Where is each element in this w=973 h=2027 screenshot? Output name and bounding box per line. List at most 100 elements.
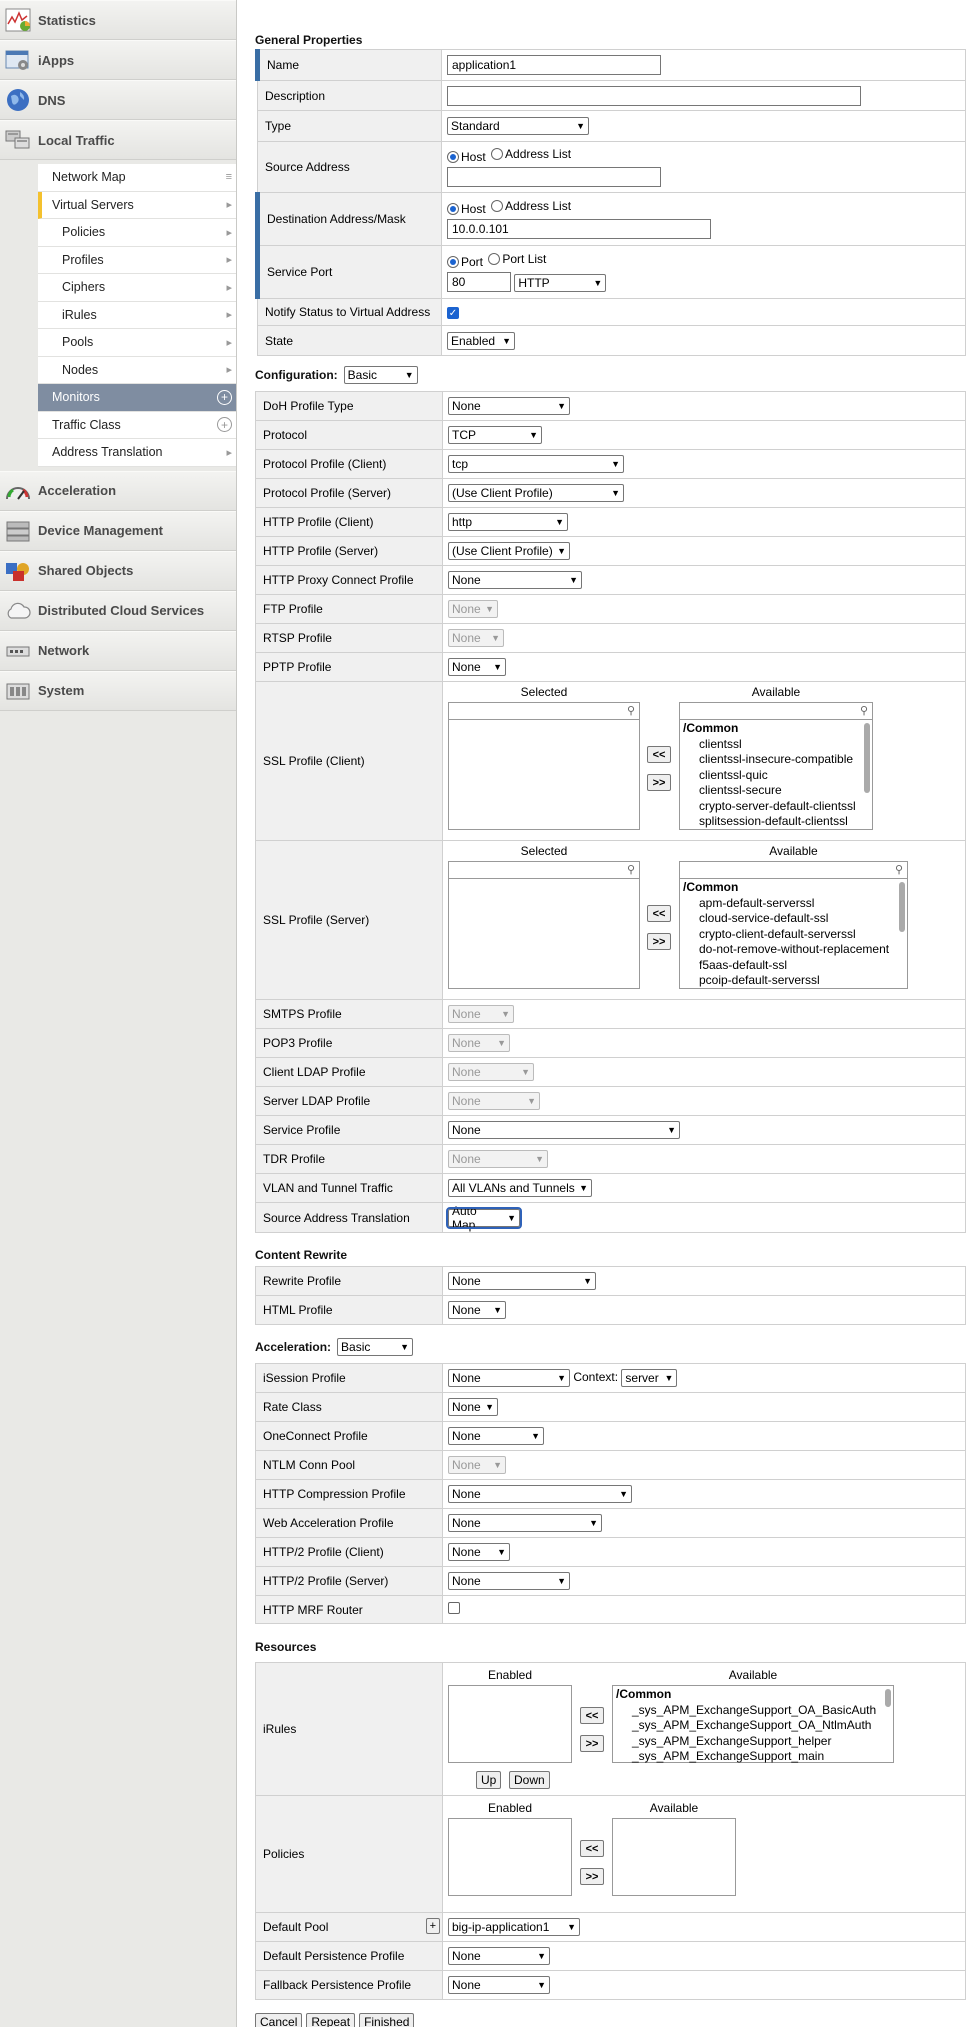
default-persistence-select[interactable]: None ▼ — [448, 1947, 550, 1965]
default-pool-select[interactable]: big-ip-application1 ▼ — [448, 1918, 580, 1936]
ssls-available-search[interactable]: ⚲ — [680, 862, 907, 879]
state-select[interactable]: Enabled ▼ — [447, 331, 515, 350]
destination-address-input[interactable] — [447, 219, 711, 239]
port-list-radio[interactable]: Port List — [488, 252, 546, 266]
subnav-ciphers[interactable]: Ciphers ▸ — [38, 274, 236, 302]
ssls-move-left-button[interactable]: << — [647, 905, 671, 922]
sslc-selected-search[interactable]: ⚲ — [449, 703, 639, 720]
port-radio[interactable]: Port — [447, 255, 483, 269]
add-pool-button[interactable]: + — [425, 1918, 440, 1934]
scrollbar[interactable] — [864, 723, 870, 793]
subnav-pools[interactable]: Pools ▸ — [38, 329, 236, 357]
subnav-virtual-servers[interactable]: Virtual Servers ▸ — [38, 191, 236, 219]
subnav-monitors[interactable]: Monitors + — [38, 384, 236, 412]
service-port-input[interactable] — [447, 272, 511, 292]
protocol-select[interactable]: TCP ▼ — [448, 426, 542, 444]
subnav-nodes[interactable]: Nodes ▸ — [38, 356, 236, 384]
ssls-selected-list[interactable]: ⚲ — [448, 861, 640, 989]
http2-server-select[interactable]: None ▼ — [448, 1572, 570, 1590]
irules-move-left-button[interactable]: << — [580, 1707, 604, 1724]
list-item[interactable]: pcoip-default-serverssl — [683, 973, 904, 989]
oneconnect-select[interactable]: None ▼ — [448, 1427, 544, 1445]
policies-move-left-button[interactable]: << — [580, 1840, 604, 1857]
irules-down-button[interactable]: Down — [509, 1771, 550, 1789]
subnav-traffic-class[interactable]: Traffic Class + — [38, 411, 236, 439]
finished-button[interactable]: Finished — [359, 2013, 415, 2027]
doh-profile-select[interactable]: None ▼ — [448, 397, 570, 415]
list-item[interactable]: clientssl-quic — [683, 768, 869, 784]
list-item[interactable]: _sys_APM_ExchangeSupport_OA_BasicAuth — [616, 1703, 890, 1719]
nav-network[interactable]: Network — [0, 630, 236, 671]
list-item[interactable]: clientssl-insecure-compatible — [683, 752, 869, 768]
irules-available-list[interactable]: /Common _sys_APM_ExchangeSupport_OA_Basi… — [612, 1685, 894, 1763]
sslc-available-list[interactable]: ⚲ /Common clientssl clientssl-insecure-c… — [679, 702, 873, 830]
nav-device-management[interactable]: Device Management — [0, 510, 236, 551]
rate-class-select[interactable]: None ▼ — [448, 1398, 498, 1416]
http-profile-server-select[interactable]: (Use Client Profile) ▼ — [448, 542, 570, 560]
web-acceleration-select[interactable]: None ▼ — [448, 1514, 602, 1532]
subnav-policies[interactable]: Policies ▸ — [38, 219, 236, 247]
rewrite-profile-select[interactable]: None ▼ — [448, 1272, 596, 1290]
nav-statistics[interactable]: Statistics — [0, 0, 236, 40]
irules-move-right-button[interactable]: >> — [580, 1735, 604, 1752]
list-item[interactable]: do-not-remove-without-replacement — [683, 942, 904, 958]
list-item[interactable]: cloud-service-default-ssl — [683, 911, 904, 927]
list-item[interactable]: crypto-client-default-serverssl — [683, 927, 904, 943]
irules-enabled-list[interactable] — [448, 1685, 572, 1763]
source-address-input[interactable] — [447, 167, 661, 187]
http-mrf-router-checkbox[interactable] — [448, 1602, 460, 1614]
policies-enabled-list[interactable] — [448, 1818, 572, 1896]
nav-acceleration[interactable]: Acceleration — [0, 470, 236, 511]
nav-shared-objects[interactable]: Shared Objects — [0, 550, 236, 591]
repeat-button[interactable]: Repeat — [306, 2013, 356, 2027]
service-port-select[interactable]: HTTP ▼ — [514, 273, 607, 292]
type-select[interactable]: Standard ▼ — [447, 117, 589, 135]
nav-system[interactable]: System — [0, 670, 236, 711]
http-proxy-connect-select[interactable]: None ▼ — [448, 571, 582, 589]
list-item[interactable]: _sys_APM_ExchangeSupport_OA_NtlmAuth — [616, 1718, 890, 1734]
dest-address-list-radio[interactable]: Address List — [491, 199, 571, 213]
subnav-network-map[interactable]: Network Map ≡ — [38, 164, 236, 192]
context-select[interactable]: server ▼ — [621, 1369, 678, 1387]
notify-status-checkbox[interactable]: ✓ — [447, 307, 459, 320]
ssls-selected-search[interactable]: ⚲ — [449, 862, 639, 879]
policies-available-list[interactable] — [612, 1818, 736, 1896]
nav-dns[interactable]: DNS — [0, 80, 236, 120]
source-host-radio[interactable]: Host — [447, 150, 486, 164]
subnav-profiles[interactable]: Profiles ▸ — [38, 246, 236, 274]
list-item[interactable]: clientssl-secure — [683, 783, 869, 799]
http2-client-select[interactable]: None ▼ — [448, 1543, 510, 1561]
policies-move-right-button[interactable]: >> — [580, 1868, 604, 1885]
list-item[interactable]: crypto-server-default-clientssl — [683, 799, 869, 815]
irules-up-button[interactable]: Up — [476, 1771, 502, 1789]
list-item[interactable]: splitsession-default-clientssl — [683, 814, 869, 830]
add-icon[interactable]: + — [217, 417, 232, 433]
subnav-address-translation[interactable]: Address Translation ▸ — [38, 439, 236, 467]
list-item[interactable]: _sys_APM_ExchangeSupport_helper — [616, 1734, 890, 1750]
list-item[interactable]: _sys_APM_ExchangeSupport_main — [616, 1749, 890, 1765]
nav-local-traffic[interactable]: Local Traffic — [0, 120, 236, 160]
sslc-move-left-button[interactable]: << — [647, 746, 671, 763]
scrollbar[interactable] — [899, 882, 905, 932]
source-address-translation-select[interactable]: Auto Map ▼ — [446, 1204, 522, 1232]
list-item[interactable]: f5aas-default-ssl — [683, 958, 904, 974]
ssls-available-list[interactable]: ⚲ /Common apm-default-serverssl cloud-se… — [679, 861, 908, 989]
http-compression-select[interactable]: None ▼ — [448, 1485, 632, 1503]
add-icon[interactable]: + — [217, 389, 232, 405]
pptp-profile-select[interactable]: None ▼ — [448, 658, 506, 676]
isession-profile-select[interactable]: None ▼ — [448, 1369, 570, 1387]
fallback-persistence-select[interactable]: None ▼ — [448, 1976, 550, 1994]
cancel-button[interactable]: Cancel — [255, 2013, 303, 2027]
sslc-move-right-button[interactable]: >> — [647, 774, 671, 791]
list-item[interactable]: clientssl — [683, 737, 869, 753]
nav-distributed-cloud[interactable]: Distributed Cloud Services — [0, 590, 236, 631]
protocol-profile-server-select[interactable]: (Use Client Profile) ▼ — [448, 484, 624, 502]
nav-iapps[interactable]: iApps — [0, 40, 236, 80]
service-profile-select[interactable]: None ▼ — [448, 1121, 680, 1139]
html-profile-select[interactable]: None ▼ — [448, 1301, 506, 1319]
protocol-profile-client-select[interactable]: tcp ▼ — [448, 455, 624, 473]
source-address-list-radio[interactable]: Address List — [491, 147, 571, 161]
http-profile-client-select[interactable]: http ▼ — [448, 513, 568, 531]
subnav-irules[interactable]: iRules ▸ — [38, 301, 236, 329]
sslc-available-search[interactable]: ⚲ — [680, 703, 872, 720]
